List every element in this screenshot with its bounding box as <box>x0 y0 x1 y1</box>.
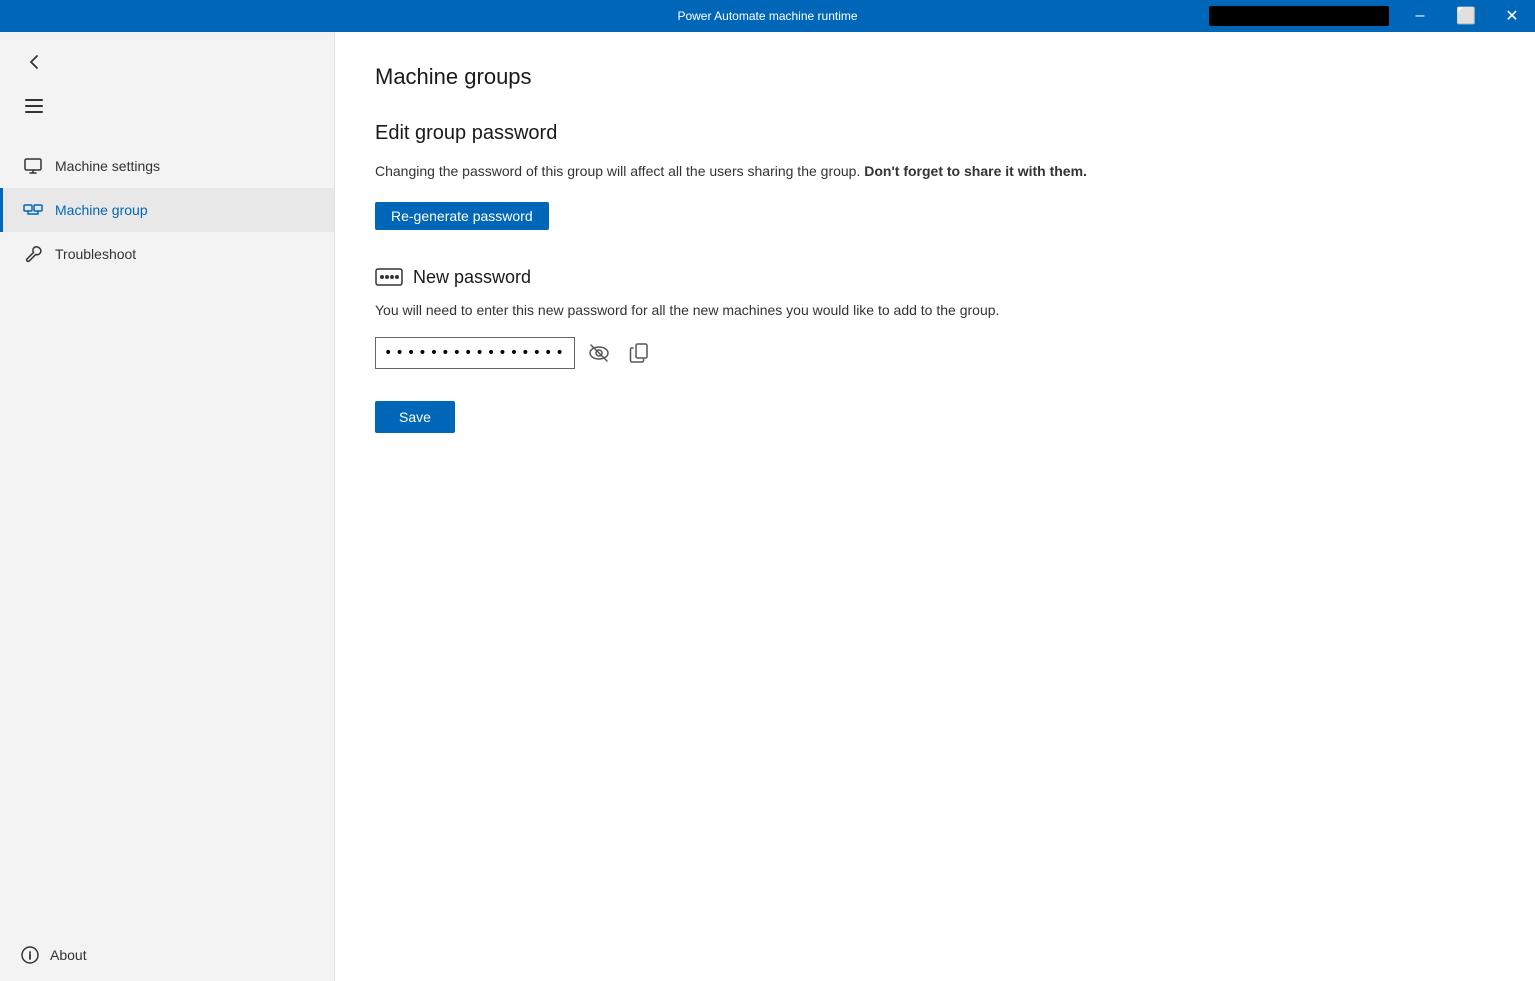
sidebar-top <box>0 32 334 136</box>
eye-icon <box>588 342 610 364</box>
new-password-title: New password <box>413 267 531 288</box>
copy-password-button[interactable] <box>623 337 655 369</box>
minimize-button[interactable]: – <box>1397 0 1443 32</box>
new-password-header: New password <box>375 266 1495 288</box>
hamburger-icon <box>25 99 43 113</box>
regenerate-password-button[interactable]: Re-generate password <box>375 202 549 230</box>
app-title: Power Automate machine runtime <box>677 9 857 23</box>
sidebar-item-machine-group-label: Machine group <box>55 202 148 218</box>
window-controls: – ⬜ ✕ <box>1209 0 1535 32</box>
copy-icon <box>629 343 649 363</box>
description: Changing the password of this group will… <box>375 161 1495 182</box>
new-password-section: New password You will need to enter this… <box>375 266 1495 369</box>
sidebar-footer-label: About <box>50 947 87 963</box>
sidebar-item-about[interactable]: About <box>0 929 334 981</box>
new-password-description: You will need to enter this new password… <box>375 300 1495 321</box>
back-button[interactable] <box>16 44 52 80</box>
app-body: Machine settings Machine group <box>0 32 1535 981</box>
description-normal: Changing the password of this group will… <box>375 163 860 179</box>
hamburger-button[interactable] <box>16 88 52 124</box>
save-button[interactable]: Save <box>375 401 455 433</box>
password-field-row <box>375 337 1495 369</box>
page-title: Machine groups <box>375 64 1495 90</box>
maximize-button[interactable]: ⬜ <box>1443 0 1489 32</box>
machine-group-icon <box>23 200 43 220</box>
monitor-icon <box>23 156 43 176</box>
close-button[interactable]: ✕ <box>1489 0 1535 32</box>
main-content: Machine groups Edit group password Chang… <box>335 32 1535 981</box>
toggle-password-button[interactable] <box>583 337 615 369</box>
sidebar-item-troubleshoot[interactable]: Troubleshoot <box>0 232 334 276</box>
redacted-area <box>1209 6 1389 26</box>
title-bar: Power Automate machine runtime – ⬜ ✕ <box>0 0 1535 32</box>
password-input[interactable] <box>375 337 575 369</box>
sidebar-item-machine-settings[interactable]: Machine settings <box>0 144 334 188</box>
sidebar-nav: Machine settings Machine group <box>0 136 334 284</box>
password-dots-icon <box>375 266 403 288</box>
sidebar-item-machine-settings-label: Machine settings <box>55 158 160 174</box>
info-icon <box>20 945 40 965</box>
description-bold: Don't forget to share it with them. <box>864 163 1087 179</box>
sidebar: Machine settings Machine group <box>0 32 335 981</box>
section-title: Edit group password <box>375 122 1495 145</box>
sidebar-item-troubleshoot-label: Troubleshoot <box>55 246 136 262</box>
sidebar-item-machine-group[interactable]: Machine group <box>0 188 334 232</box>
wrench-icon <box>23 244 43 264</box>
